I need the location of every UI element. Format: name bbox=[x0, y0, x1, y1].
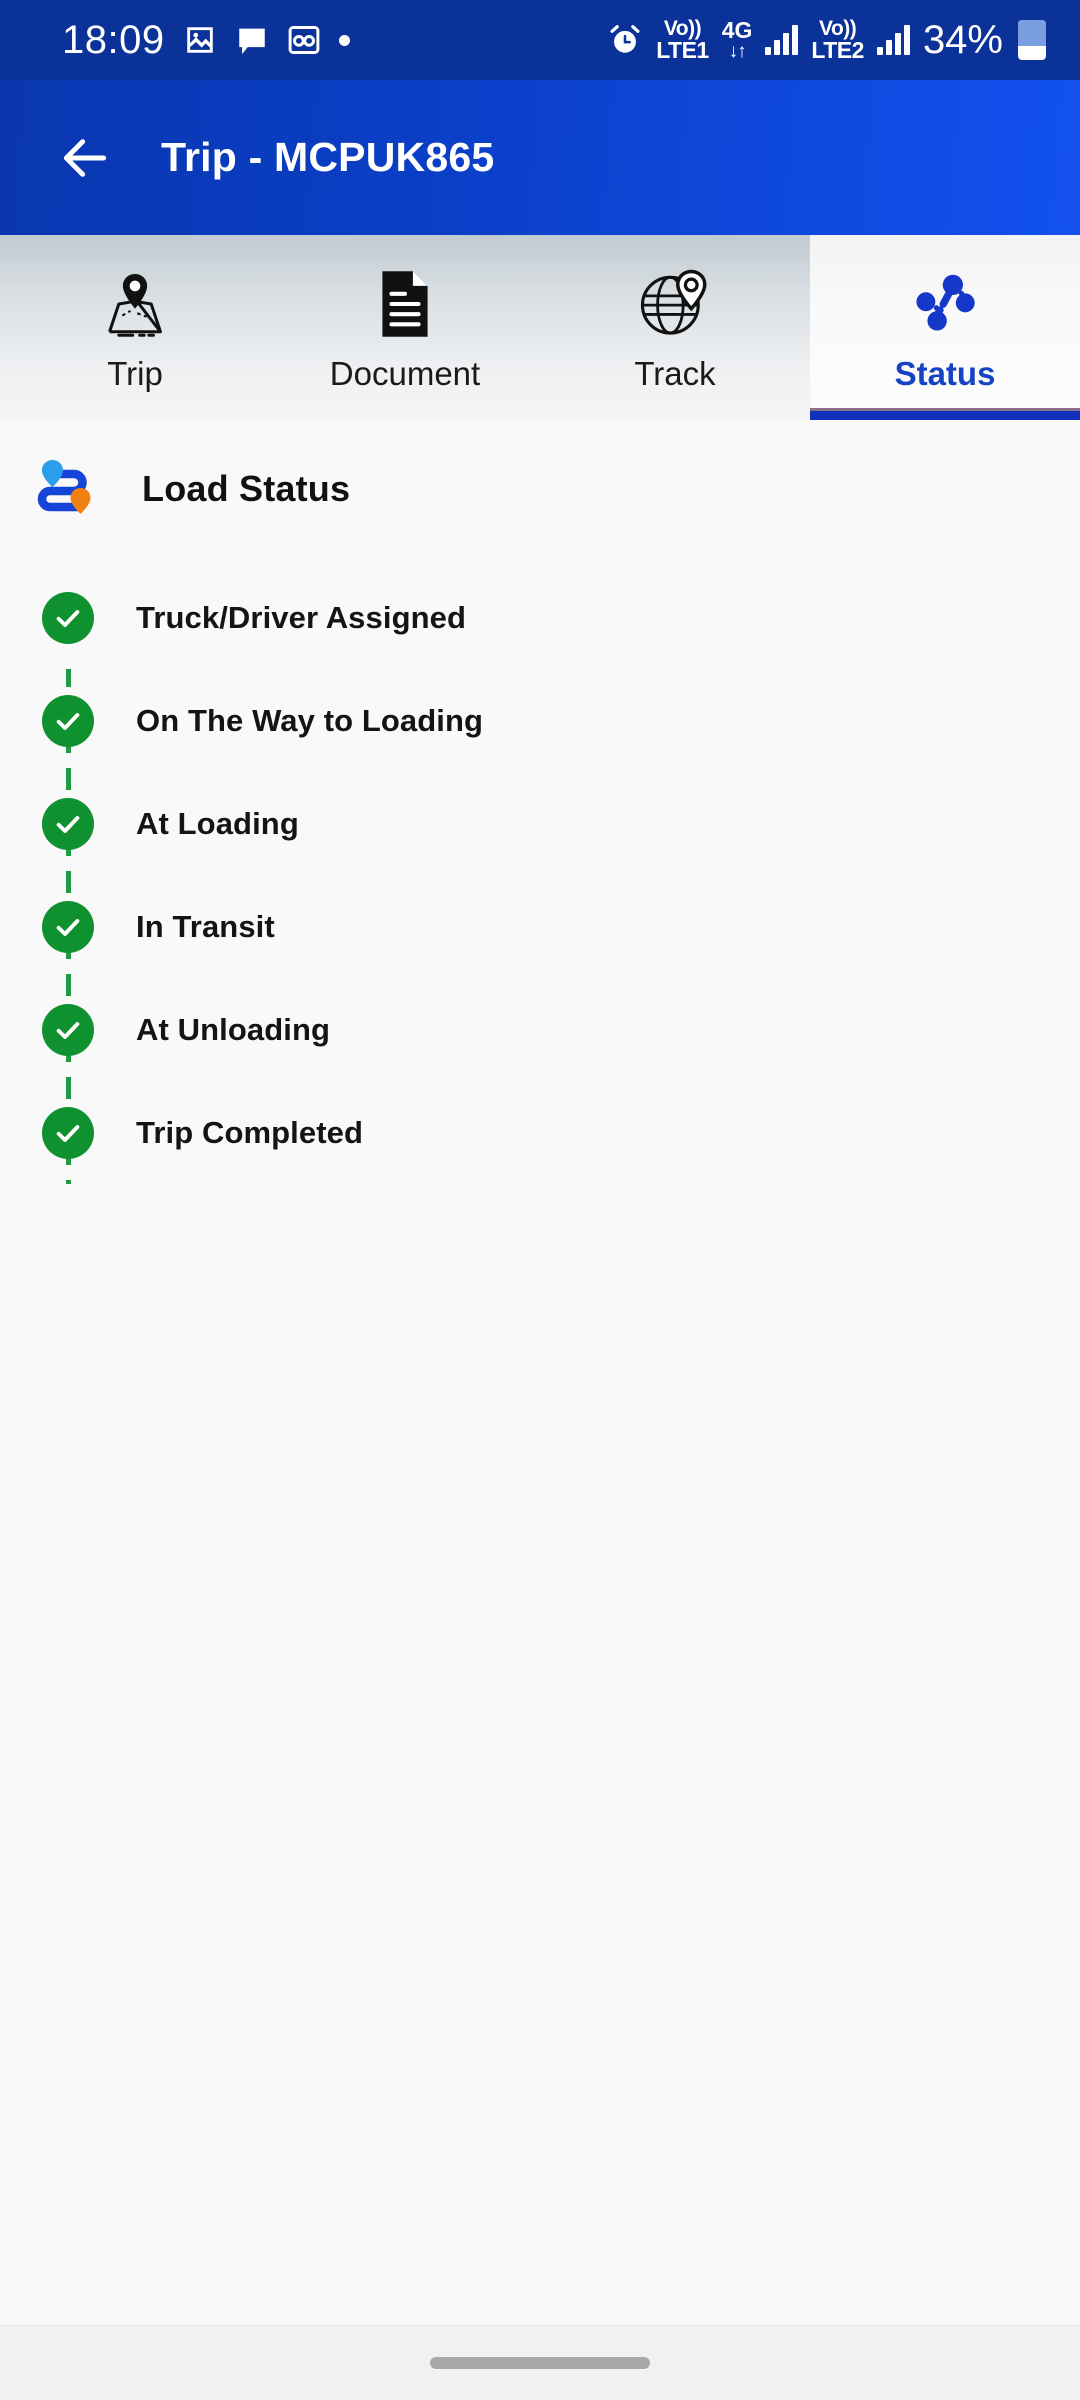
voicemail-icon bbox=[287, 23, 321, 57]
document-icon bbox=[373, 267, 437, 341]
message-icon bbox=[235, 23, 269, 57]
step-label: At Loading bbox=[136, 805, 299, 841]
tab-track[interactable]: Track bbox=[540, 235, 810, 420]
battery-percent-label: 34% bbox=[922, 17, 1003, 62]
step-label: Truck/Driver Assigned bbox=[136, 599, 467, 635]
dot-indicator bbox=[338, 34, 350, 46]
app-bar: Trip - MCPUK865 bbox=[0, 80, 1080, 235]
system-status-bar: 18:09 Vo)) LTE1 4G ↓↑ Vo)) LTE2 34% bbox=[0, 0, 1080, 80]
section-title: Load Status bbox=[142, 468, 351, 509]
timeline-step[interactable]: On The Way to Loading bbox=[42, 669, 1080, 875]
status-content-panel: Load Status Truck/Driver Assigned On The… bbox=[0, 420, 1080, 2325]
timeline-step[interactable]: At Loading bbox=[42, 772, 1080, 978]
sim2-volte-indicator: Vo)) LTE2 bbox=[811, 17, 864, 63]
sim2-signal-bars-icon bbox=[876, 25, 910, 55]
step-check-icon bbox=[42, 694, 94, 747]
step-check-icon bbox=[42, 1106, 94, 1159]
timeline-step[interactable]: Truck/Driver Assigned bbox=[42, 566, 1080, 772]
timeline-step[interactable]: Trip Completed bbox=[42, 1081, 1080, 1184]
step-check-icon bbox=[42, 1003, 94, 1056]
network-type-indicator: 4G ↓↑ bbox=[721, 17, 753, 62]
back-button[interactable] bbox=[48, 121, 122, 195]
home-indicator-pill[interactable] bbox=[430, 2357, 650, 2369]
tab-label-document: Document bbox=[329, 355, 481, 392]
step-check-icon bbox=[42, 797, 94, 850]
tab-status[interactable]: Status bbox=[810, 235, 1080, 420]
phone-screen: 18:09 Vo)) LTE1 4G ↓↑ Vo)) LTE2 34% Trip… bbox=[0, 0, 1080, 2400]
image-icon bbox=[183, 23, 217, 57]
step-label: At Unloading bbox=[136, 1011, 331, 1047]
status-bar-clock: 18:09 bbox=[62, 18, 165, 62]
load-status-header: Load Status bbox=[0, 420, 1080, 520]
system-navigation-bar bbox=[0, 2325, 1080, 2400]
tab-label-status: Status bbox=[894, 355, 996, 392]
status-nodes-icon bbox=[909, 267, 981, 341]
step-label: In Transit bbox=[136, 908, 275, 944]
status-bar-left: 18:09 bbox=[62, 20, 350, 60]
tab-trip[interactable]: Trip bbox=[0, 235, 270, 420]
sim1-volte-indicator: Vo)) LTE1 bbox=[656, 17, 709, 63]
tab-bar: Trip Document Track Status bbox=[0, 235, 1080, 420]
tab-document[interactable]: Document bbox=[270, 235, 540, 420]
status-bar-right: Vo)) LTE1 4G ↓↑ Vo)) LTE2 34% bbox=[607, 18, 1046, 63]
timeline-step[interactable]: In Transit bbox=[42, 875, 1080, 1081]
load-status-timeline: Truck/Driver Assigned On The Way to Load… bbox=[0, 566, 1080, 1184]
globe-pin-icon bbox=[639, 267, 711, 341]
tab-label-trip: Trip bbox=[107, 355, 163, 392]
tab-label-track: Track bbox=[634, 355, 716, 392]
page-title: Trip - MCPUK865 bbox=[161, 134, 495, 180]
sim1-signal-bars-icon bbox=[765, 25, 799, 55]
step-label: On The Way to Loading bbox=[136, 702, 484, 738]
step-label: Trip Completed bbox=[136, 1114, 364, 1150]
step-check-icon bbox=[42, 900, 94, 953]
back-arrow-icon bbox=[63, 138, 107, 177]
route-pins-icon bbox=[36, 458, 98, 520]
step-check-icon bbox=[42, 591, 94, 644]
map-pin-icon bbox=[98, 267, 172, 341]
timeline-step[interactable]: At Unloading bbox=[42, 978, 1080, 1184]
battery-icon bbox=[1018, 20, 1046, 60]
alarm-icon bbox=[607, 22, 643, 58]
